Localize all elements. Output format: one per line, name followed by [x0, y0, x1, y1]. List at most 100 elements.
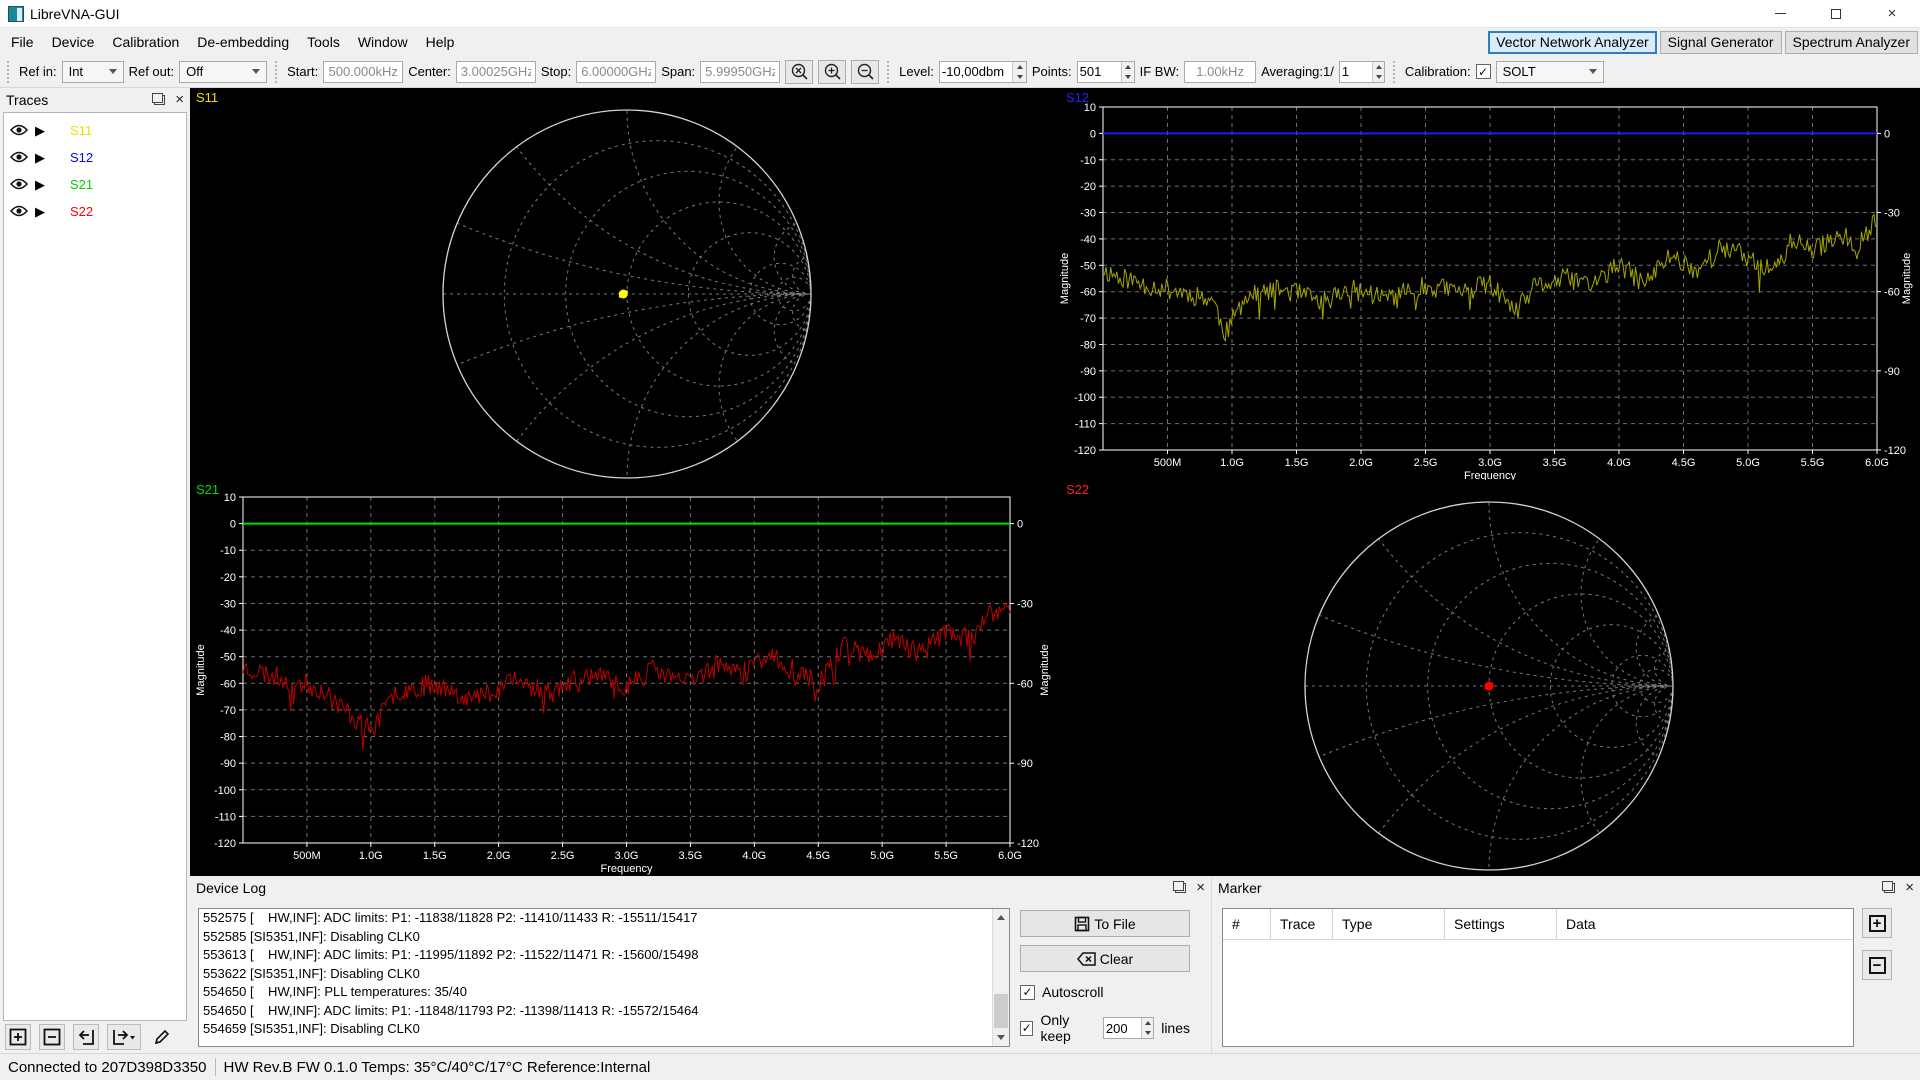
toolbar-grip[interactable] [7, 60, 11, 83]
span-frequency-field[interactable] [700, 60, 781, 83]
menu-item-window[interactable]: Window [349, 30, 417, 54]
export-trace-button[interactable] [107, 1024, 141, 1050]
trace-row-s21[interactable]: ▶ S21 [4, 171, 186, 198]
maximize-button[interactable] [1808, 0, 1864, 27]
remove-marker-button[interactable]: − [1862, 950, 1892, 980]
points-value[interactable] [1077, 61, 1122, 82]
spin-down-icon[interactable] [1142, 1028, 1154, 1038]
close-panel-icon[interactable]: × [175, 92, 184, 107]
averaging-spinbox[interactable] [1338, 60, 1385, 83]
zoom-out-button[interactable] [851, 59, 880, 84]
autoscroll-checkbox[interactable]: ✓ [1020, 984, 1035, 1000]
menu-item-device[interactable]: Device [43, 30, 104, 54]
svg-text:500M: 500M [1154, 457, 1182, 469]
zoom-in-button[interactable] [818, 59, 847, 84]
float-panel-icon[interactable] [1882, 881, 1896, 893]
ref-in-label: Ref in: [19, 64, 57, 79]
trace-row-s11[interactable]: ▶ S11 [4, 117, 186, 144]
ref-out-label: Ref out: [128, 64, 175, 79]
mode-button-spectrum-analyzer[interactable]: Spectrum Analyzer [1784, 30, 1918, 54]
s22-smith-chart[interactable]: S22 [1060, 480, 1920, 876]
minimize-button[interactable] [1752, 0, 1808, 27]
marker-panel-header: Marker × [1212, 876, 1920, 900]
log-clear-button[interactable]: Clear [1020, 945, 1190, 972]
close-panel-icon[interactable]: × [1196, 880, 1205, 895]
trace-row-s12[interactable]: ▶ S12 [4, 144, 186, 171]
s11-smith-chart[interactable]: S11 [190, 88, 1060, 480]
ref-out-combobox[interactable]: Off [179, 60, 268, 83]
close-panel-icon[interactable]: × [1905, 880, 1914, 895]
level-value[interactable] [939, 61, 1013, 82]
keep-lines-spinbox[interactable] [1102, 1017, 1155, 1039]
svg-text:2.5G: 2.5G [551, 850, 575, 862]
eye-icon[interactable] [9, 177, 29, 193]
float-panel-icon[interactable] [152, 93, 166, 105]
log-scrollbar[interactable] [992, 909, 1009, 1046]
menu-item-tools[interactable]: Tools [298, 30, 349, 54]
start-frequency-field[interactable] [323, 60, 404, 83]
play-icon[interactable]: ▶ [35, 204, 45, 220]
s21-plot-chart[interactable]: 10 0 -10 -20 -30 -40 -50 -60 -70 -80 -90 -100 -110 -1… [190, 480, 1060, 876]
averaging-value[interactable] [1339, 61, 1373, 82]
remove-trace-button[interactable] [39, 1024, 65, 1050]
toolbar-grip[interactable] [1392, 60, 1397, 83]
svg-text:-70: -70 [1080, 313, 1096, 325]
scrollbar-thumb[interactable] [994, 994, 1008, 1028]
calibration-label: Calibration: [1404, 64, 1471, 79]
center-frequency-field[interactable] [455, 60, 536, 83]
mode-button-vector-network-analyzer[interactable]: Vector Network Analyzer [1488, 30, 1657, 54]
mode-button-signal-generator[interactable]: Signal Generator [1659, 30, 1782, 54]
log-line: 552575 [ HW,INF]: ADC limits: P1: -11838… [203, 910, 698, 925]
only-keep-checkbox[interactable]: ✓ [1020, 1020, 1034, 1036]
smith-grid [443, 110, 811, 478]
ref-in-combobox[interactable]: Int [61, 60, 124, 83]
ifbw-field[interactable] [1184, 60, 1257, 83]
device-log-list[interactable]: 552575 [ HW,INF]: ADC limits: P1: -11838… [198, 908, 1010, 1047]
keep-lines-value[interactable] [1103, 1018, 1142, 1038]
trace-row-s22[interactable]: ▶ S22 [4, 198, 186, 225]
close-button[interactable]: × [1864, 0, 1920, 27]
marker-table[interactable]: # Trace Type Settings Data [1222, 908, 1854, 1047]
add-marker-button[interactable]: + [1862, 908, 1892, 938]
spin-down-icon[interactable] [1373, 71, 1384, 82]
menu-item-calibration[interactable]: Calibration [103, 30, 188, 54]
scroll-down-icon[interactable] [993, 1029, 1009, 1046]
eye-icon[interactable] [9, 204, 29, 220]
log-to-file-button[interactable]: To File [1020, 910, 1190, 937]
svg-text:-20: -20 [1080, 181, 1096, 193]
eye-icon[interactable] [9, 123, 29, 139]
calibration-combobox[interactable]: SOLT [1495, 60, 1604, 83]
edit-trace-button[interactable] [149, 1024, 175, 1050]
mode-button-group: Vector Network Analyzer Signal Generator S… [1488, 30, 1920, 54]
zoom-reset-icon [791, 63, 808, 80]
s12-plot-chart[interactable]: 10 0 -10 -20 -30 -40 -50 -60 -70 -80 -90 -100 -110 -1… [1059, 88, 1920, 482]
float-panel-icon[interactable] [1173, 881, 1187, 893]
points-spinbox[interactable] [1076, 60, 1135, 83]
calibration-checkbox[interactable]: ✓ [1475, 64, 1491, 79]
import-trace-button[interactable] [73, 1024, 99, 1050]
add-trace-button[interactable] [5, 1024, 31, 1050]
plus-icon: + [1868, 914, 1886, 932]
stop-frequency-field[interactable] [576, 60, 657, 83]
spin-up-icon[interactable] [1013, 61, 1026, 72]
toolbar-grip[interactable] [275, 60, 279, 83]
svg-text:5.0G: 5.0G [1736, 457, 1760, 469]
menu-item-file[interactable]: File [2, 30, 43, 54]
scroll-up-icon[interactable] [993, 909, 1009, 926]
zoom-reset-button[interactable] [785, 59, 814, 84]
spin-down-icon[interactable] [1122, 71, 1134, 82]
toolbar-grip[interactable] [887, 60, 891, 83]
spin-up-icon[interactable] [1142, 1018, 1154, 1028]
spin-up-icon[interactable] [1373, 61, 1384, 72]
spin-up-icon[interactable] [1122, 61, 1134, 72]
menu-item-help[interactable]: Help [417, 30, 464, 54]
svg-text:-40: -40 [1080, 234, 1096, 246]
chart-title: S22 [1066, 482, 1089, 497]
level-spinbox[interactable] [938, 60, 1027, 83]
play-icon[interactable]: ▶ [35, 123, 45, 139]
menu-item-deembedding[interactable]: De-embedding [188, 30, 298, 54]
eye-icon[interactable] [9, 150, 29, 166]
play-icon[interactable]: ▶ [35, 177, 45, 193]
spin-down-icon[interactable] [1013, 71, 1026, 82]
play-icon[interactable]: ▶ [35, 150, 45, 166]
